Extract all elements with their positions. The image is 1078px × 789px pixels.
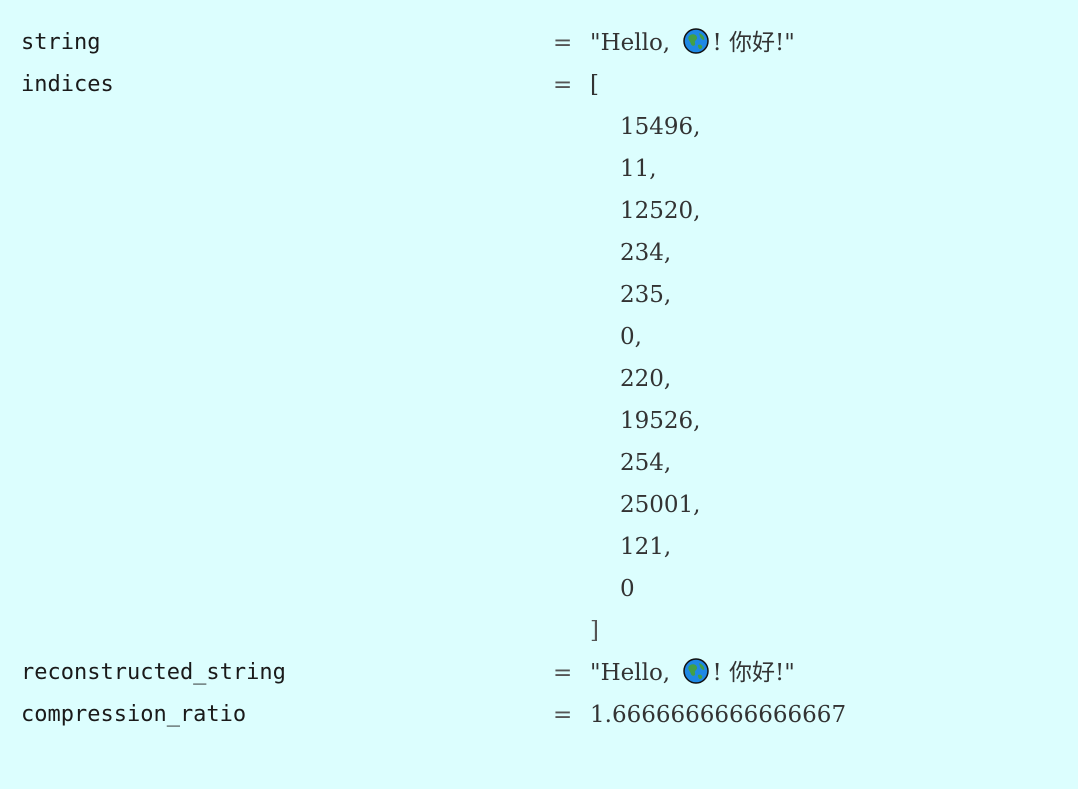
list-close-bracket: ]: [590, 618, 599, 644]
list-item: 0: [0, 568, 1078, 610]
equals-sign: =: [553, 660, 573, 686]
var-name: compression_ratio: [21, 702, 247, 727]
equals-sign: =: [553, 30, 573, 56]
equals-sign: =: [553, 72, 573, 98]
list-item-value: 12520,: [620, 198, 701, 224]
globe-icon: [683, 658, 710, 684]
list-item-value: 235,: [620, 282, 672, 308]
list-item: 11,: [0, 148, 1078, 190]
string-prefix: "Hello,: [590, 660, 678, 686]
string-suffix: ! 你好!": [712, 30, 795, 56]
list-item: 254,: [0, 442, 1078, 484]
var-row-reconstructed-string: reconstructed_string = "Hello, ! 你好!": [0, 652, 1078, 694]
var-name: reconstructed_string: [21, 660, 286, 685]
list-item-value: 254,: [620, 450, 672, 476]
list-open-bracket: [: [590, 72, 599, 98]
list-item-value: 25001,: [620, 492, 701, 518]
list-item-value: 220,: [620, 366, 672, 392]
list-item-value: 0,: [620, 324, 642, 350]
list-item: 19526,: [0, 400, 1078, 442]
list-close-row: ]: [0, 610, 1078, 652]
list-item: 12520,: [0, 190, 1078, 232]
list-item-value: 15496,: [620, 114, 701, 140]
list-item-value: 234,: [620, 240, 672, 266]
var-value-reconstructed-string: "Hello, ! 你好!": [590, 652, 795, 694]
var-row-indices: indices = [: [0, 64, 1078, 106]
list-item: 25001,: [0, 484, 1078, 526]
globe-icon: [683, 28, 710, 54]
equals-sign: =: [553, 702, 573, 728]
list-item-value: 11,: [620, 156, 657, 182]
list-item-value: 121,: [620, 534, 672, 560]
string-prefix: "Hello,: [590, 30, 678, 56]
list-item-value: 0: [620, 576, 635, 602]
variable-inspector-panel: string = "Hello, ! 你好!" indices = [ 1549…: [0, 0, 1078, 789]
var-name: string: [21, 30, 101, 55]
list-item: 15496,: [0, 106, 1078, 148]
var-value-string: "Hello, ! 你好!": [590, 22, 795, 64]
string-suffix: ! 你好!": [712, 660, 795, 686]
list-item: 235,: [0, 274, 1078, 316]
list-item: 121,: [0, 526, 1078, 568]
list-item: 220,: [0, 358, 1078, 400]
list-item-value: 19526,: [620, 408, 701, 434]
var-name: indices: [21, 72, 114, 97]
list-item: 234,: [0, 232, 1078, 274]
var-row-string: string = "Hello, ! 你好!": [0, 22, 1078, 64]
list-item: 0,: [0, 316, 1078, 358]
var-row-compression-ratio: compression_ratio = 1.6666666666666667: [0, 694, 1078, 736]
var-value-compression-ratio: 1.6666666666666667: [590, 702, 847, 728]
